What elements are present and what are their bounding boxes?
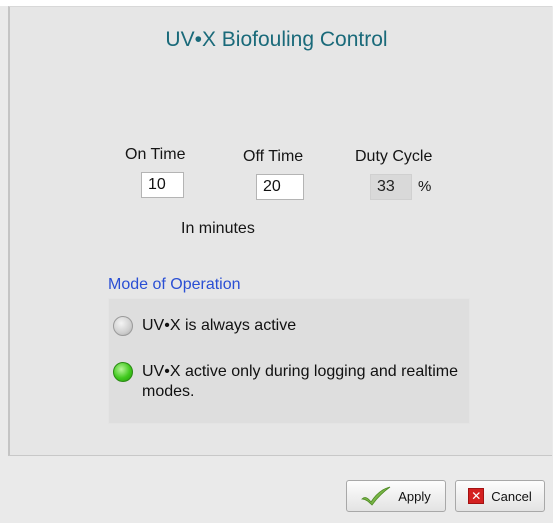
cancel-button[interactable]: ✕ Cancel [455, 480, 545, 512]
close-x-icon: ✕ [468, 488, 485, 504]
apply-button[interactable]: Apply [346, 480, 446, 512]
duty-cycle-unit: % [418, 178, 432, 195]
mode-option-label: UV•X active only during logging and real… [142, 363, 458, 400]
dialog-title: UV•X Biofouling Control [165, 28, 388, 51]
duty-cycle-label: Duty Cycle [355, 148, 433, 165]
radio-selected-icon[interactable] [113, 362, 133, 382]
mode-options-group: UV•X is always active UV•X active only d… [108, 298, 470, 424]
off-time-input[interactable] [256, 174, 304, 200]
apply-label: Apply [398, 488, 431, 504]
off-time-label: Off Time [243, 148, 304, 165]
duty-cycle-readout [370, 174, 412, 200]
mode-option-logging-only[interactable]: UV•X active only during logging and real… [113, 362, 458, 402]
units-note: In minutes [181, 220, 255, 237]
mode-option-label: UV•X is always active [142, 317, 297, 334]
cancel-label: Cancel [491, 488, 532, 504]
mode-heading: Mode of Operation [108, 276, 241, 293]
on-time-input[interactable] [141, 172, 184, 198]
on-time-label: On Time [125, 146, 186, 163]
mode-option-always-active[interactable]: UV•X is always active [113, 316, 296, 336]
checkmark-icon [361, 486, 391, 506]
radio-unselected-icon[interactable] [113, 316, 133, 336]
